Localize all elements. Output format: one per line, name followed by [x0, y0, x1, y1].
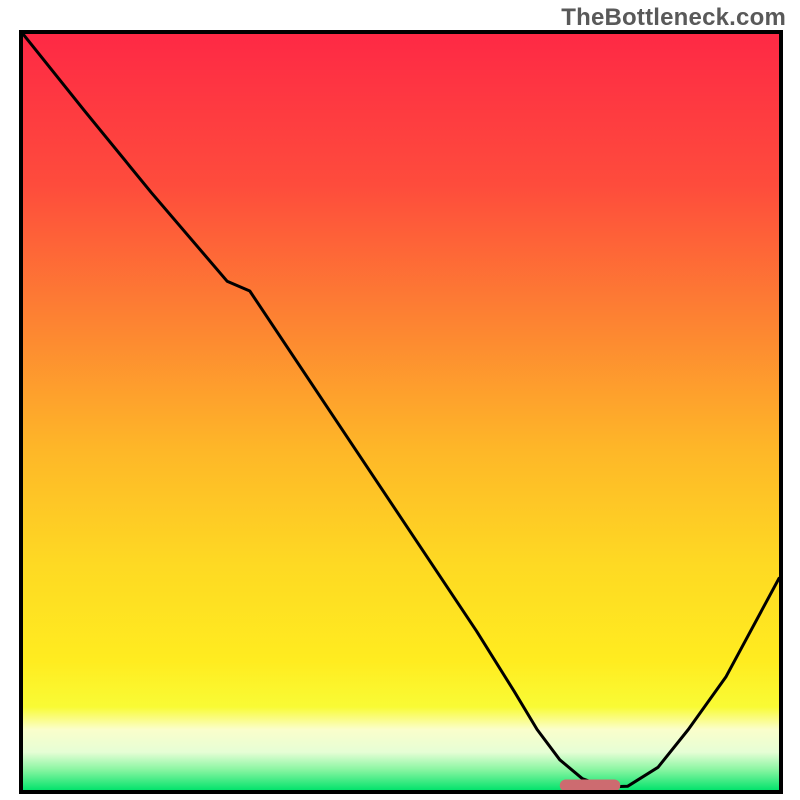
bottleneck-chart: TheBottleneck.com — [0, 0, 800, 800]
plot-svg — [23, 34, 779, 790]
plot-area — [23, 34, 779, 790]
optimal-range-marker — [560, 780, 621, 791]
gradient-background — [23, 34, 779, 790]
watermark-label: TheBottleneck.com — [561, 4, 786, 32]
